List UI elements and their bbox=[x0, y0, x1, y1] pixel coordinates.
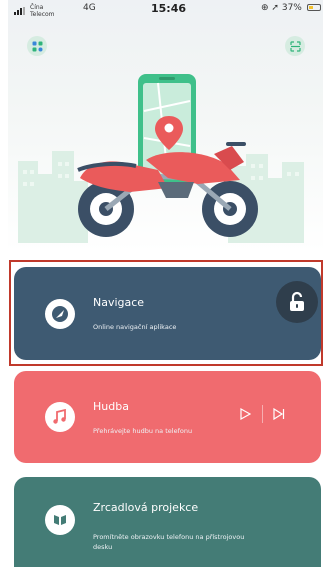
mirror-app-icon bbox=[45, 505, 75, 535]
scan-icon bbox=[289, 40, 301, 52]
signal-icon bbox=[14, 7, 25, 15]
music-note-icon bbox=[53, 409, 66, 424]
music-subtitle: Přehrávejte hudbu na telefonu bbox=[93, 427, 193, 435]
scan-button[interactable] bbox=[285, 36, 305, 56]
music-title: Hudba bbox=[93, 400, 129, 413]
network-type: 4G bbox=[83, 3, 96, 13]
unlock-button[interactable] bbox=[276, 281, 318, 323]
navigation-title: Navigace bbox=[93, 296, 145, 309]
next-track-button[interactable] bbox=[272, 407, 286, 421]
location-arrow-icon: ➚ bbox=[271, 3, 279, 13]
battery-percent: 37% bbox=[281, 3, 302, 13]
app-menu-button[interactable] bbox=[27, 36, 47, 56]
carrier-name: Čína Telecom bbox=[30, 4, 55, 18]
mirror-subtitle: Promítněte obrazovku telefonu na přístro… bbox=[93, 533, 245, 551]
navigation-subtitle: Online navigační aplikace bbox=[93, 323, 177, 331]
status-indicators: ⊕ ➚ 37% bbox=[261, 3, 321, 13]
status-time: 15:46 bbox=[151, 2, 187, 15]
motorcycle-illustration bbox=[18, 74, 304, 243]
play-button[interactable] bbox=[238, 407, 252, 421]
mirror-title: Zrcadlová projekce bbox=[93, 501, 199, 514]
navigation-card[interactable]: Navigace Online navigační aplikace bbox=[14, 267, 321, 360]
apps-grid-icon bbox=[32, 41, 42, 51]
alarm-icon: ⊕ bbox=[261, 3, 269, 13]
motorcycle-graphic bbox=[77, 142, 258, 237]
mirror-projection-card[interactable]: Zrcadlová projekce Promítněte obrazovku … bbox=[14, 477, 321, 567]
play-icon bbox=[240, 408, 251, 420]
navigation-app-icon bbox=[45, 299, 75, 329]
battery-icon bbox=[306, 4, 321, 11]
app-screen: Čína Telecom 4G 15:46 ⊕ ➚ 37% Navigace O… bbox=[8, 0, 323, 567]
skip-next-icon bbox=[273, 408, 285, 420]
music-app-icon bbox=[45, 402, 75, 432]
controls-divider bbox=[262, 405, 263, 423]
compass-icon bbox=[52, 306, 68, 322]
screen-mirror-icon bbox=[54, 515, 66, 525]
status-bar: Čína Telecom 4G 15:46 ⊕ ➚ 37% bbox=[8, 0, 323, 30]
unlock-icon bbox=[290, 291, 304, 311]
